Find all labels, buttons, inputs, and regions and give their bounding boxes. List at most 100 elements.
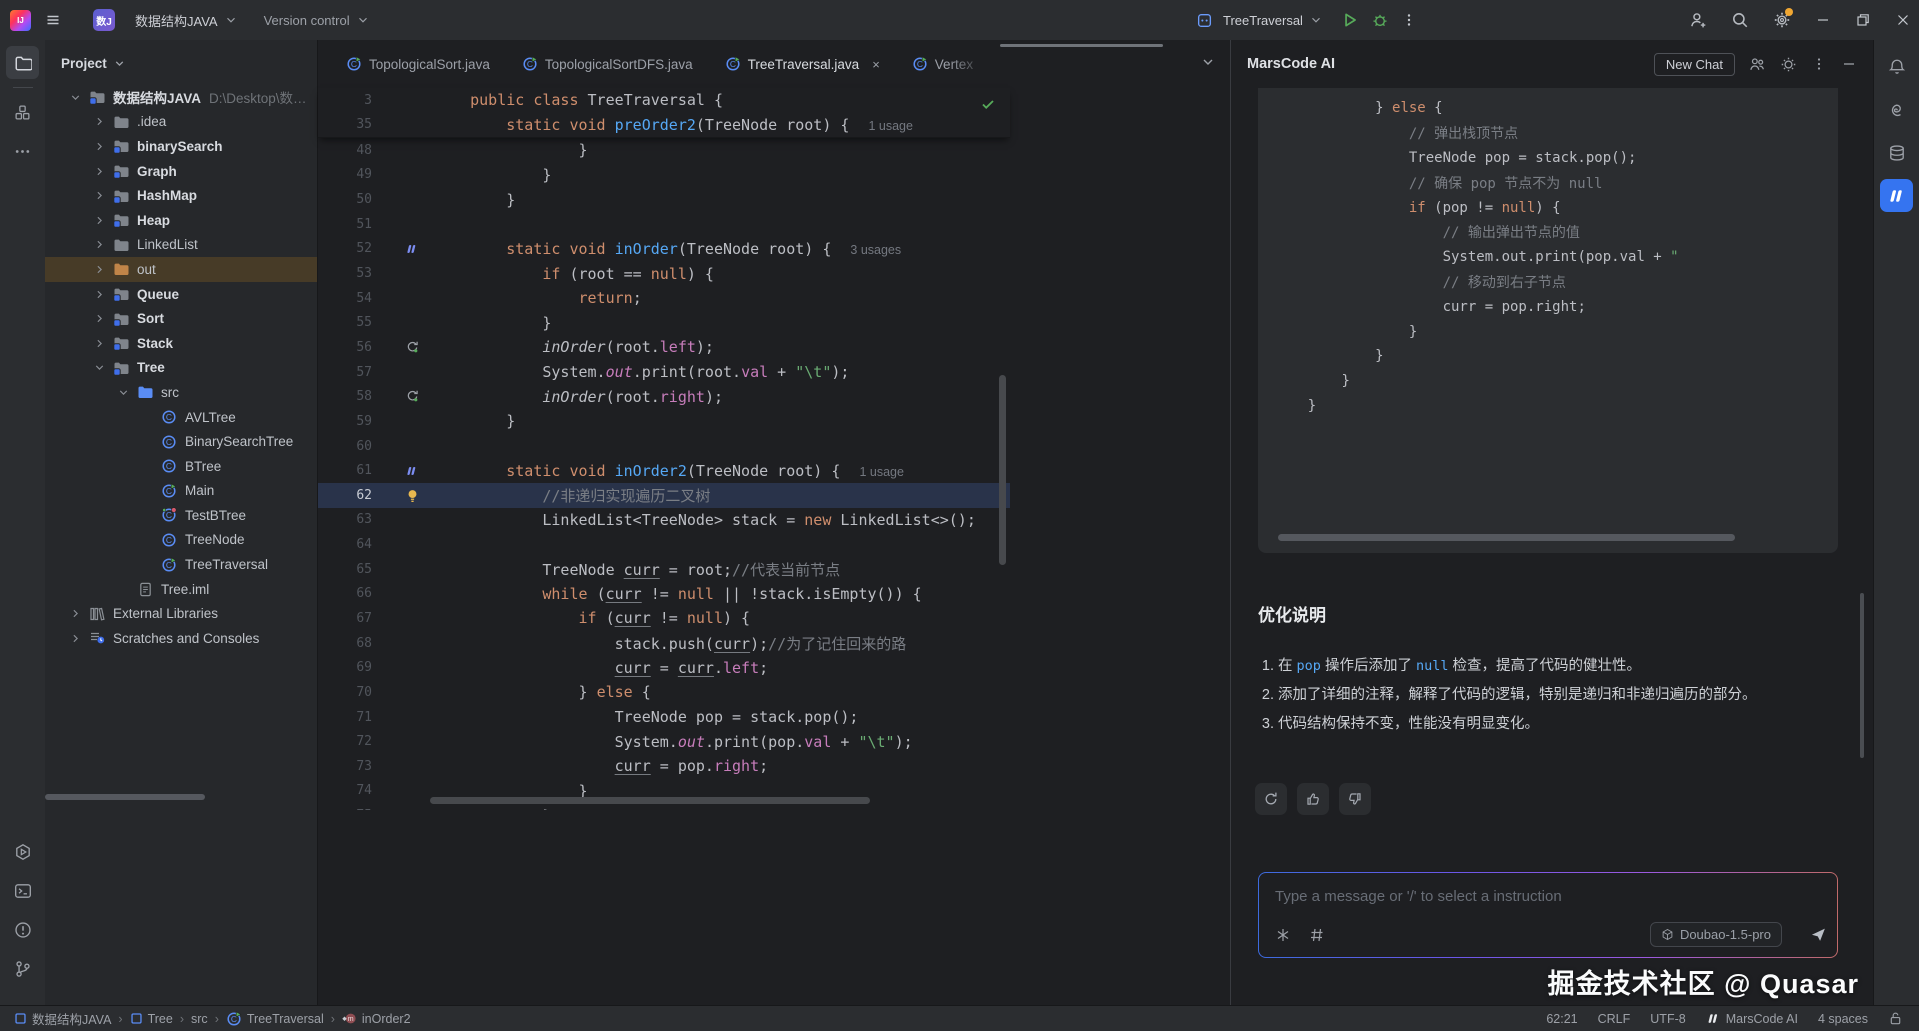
tree-item-out[interactable]: out — [45, 257, 317, 282]
tab-TopologicalSort.java[interactable]: CTopologicalSort.java — [330, 44, 506, 84]
tool-stripe-terminal[interactable] — [6, 874, 39, 907]
breadcrumb-数据结构JAVA[interactable]: 数据结构JAVA — [14, 1009, 111, 1028]
tree-item-Heap[interactable]: Heap — [45, 208, 317, 233]
chevron-right-icon[interactable] — [87, 263, 111, 276]
chevron-down-icon[interactable] — [87, 361, 111, 374]
editor-hscrollbar[interactable] — [430, 797, 870, 804]
thumb-up-button[interactable] — [1297, 783, 1329, 815]
tool-stripe-project-folder[interactable] — [6, 46, 39, 79]
tree-item-.idea[interactable]: .idea — [45, 110, 317, 135]
ai-more-icon[interactable] — [1811, 56, 1827, 72]
tool-stripe-more[interactable] — [6, 135, 39, 168]
chevron-right-icon[interactable] — [87, 238, 111, 251]
debug-button[interactable] — [1371, 11, 1389, 29]
project-hscrollbar[interactable] — [45, 794, 205, 800]
tree-item-binarySearch[interactable]: binarySearch — [45, 134, 317, 159]
breadcrumb-Tree[interactable]: Tree — [130, 1012, 173, 1026]
tree-item-LinkedList[interactable]: LinkedList — [45, 233, 317, 258]
usage-hint[interactable]: 1 usage — [859, 465, 903, 479]
tab-Vertex[interactable]: CVertex — [896, 44, 992, 84]
tab-TreeTraversal.java[interactable]: CTreeTraversal.java× — [709, 44, 896, 84]
tree-item-ScratchesandConsoles[interactable]: Scratches and Consoles — [45, 626, 317, 651]
tree-item-ExternalLibraries[interactable]: External Libraries — [45, 601, 317, 626]
more-actions-icon[interactable] — [1401, 12, 1417, 28]
vcs-widget[interactable]: Version control — [258, 9, 376, 32]
minimize-button[interactable] — [1815, 12, 1831, 28]
refresh-button[interactable] — [1255, 783, 1287, 815]
main-menu-icon[interactable] — [45, 12, 61, 28]
model-selector[interactable]: Doubao-1.5-pro — [1650, 922, 1782, 947]
chevron-right-icon[interactable] — [87, 337, 111, 350]
tree-item-src[interactable]: src — [45, 380, 317, 405]
tool-stripe-git-branch[interactable] — [6, 952, 39, 985]
recursive-gutter-icon[interactable] — [390, 389, 434, 404]
tab-TopologicalSortDFS.java[interactable]: CTopologicalSortDFS.java — [506, 44, 709, 84]
thumb-down-button[interactable] — [1339, 783, 1371, 815]
hidden-tabs-icon[interactable] — [1200, 54, 1216, 70]
usage-hint[interactable]: 3 usages — [850, 243, 901, 257]
tree-item-TestBTree[interactable]: CTestBTree — [45, 503, 317, 528]
status-crlf[interactable]: CRLF — [1598, 1012, 1631, 1026]
chevron-right-icon[interactable] — [63, 632, 87, 645]
recursive-gutter-icon[interactable] — [390, 340, 434, 355]
status-4-spaces[interactable]: 4 spaces — [1818, 1012, 1868, 1026]
tree-item-Queue[interactable]: Queue — [45, 282, 317, 307]
tool-stripe-ai-swirl[interactable] — [1880, 93, 1913, 126]
project-selector[interactable]: 数据结构JAVA — [129, 7, 244, 34]
tool-stripe-bell[interactable] — [1880, 50, 1913, 83]
restore-button[interactable] — [1855, 12, 1871, 28]
chevron-right-icon[interactable] — [87, 312, 111, 325]
chevron-right-icon[interactable] — [87, 115, 111, 128]
tree-item-数据结构JAVA[interactable]: 数据结构JAVAD:\Desktop\数据结构 — [45, 85, 317, 110]
tree-item-BinarySearchTree[interactable]: CBinarySearchTree — [45, 429, 317, 454]
status-lock[interactable] — [1888, 1011, 1903, 1026]
editor-vscrollbar[interactable] — [999, 375, 1006, 565]
chevron-right-icon[interactable] — [63, 607, 87, 620]
tree-item-Graph[interactable]: Graph — [45, 159, 317, 184]
usage-hint[interactable]: 1 usage — [868, 119, 912, 133]
tool-stripe-services[interactable] — [6, 835, 39, 868]
tab-close-icon[interactable]: × — [872, 57, 880, 72]
tree-item-Tree[interactable]: Tree — [45, 356, 317, 381]
ai-code-hscrollbar[interactable] — [1278, 534, 1735, 541]
project-panel-header[interactable]: Project — [45, 40, 317, 71]
tree-item-Sort[interactable]: Sort — [45, 306, 317, 331]
project-badge[interactable]: 数J — [93, 9, 115, 31]
tool-stripe-problems[interactable] — [6, 913, 39, 946]
status-62:21[interactable]: 62:21 — [1546, 1012, 1577, 1026]
tool-stripe-structure[interactable] — [6, 96, 39, 129]
marscode-gutter-icon[interactable] — [390, 242, 434, 256]
tree-item-Stack[interactable]: Stack — [45, 331, 317, 356]
add-user-icon[interactable] — [1689, 11, 1707, 29]
tree-item-BTree[interactable]: CBTree — [45, 454, 317, 479]
ai-vscrollbar[interactable] — [1860, 593, 1864, 758]
ai-minimize-icon[interactable] — [1841, 56, 1857, 72]
breadcrumb-TreeTraversal[interactable]: CTreeTraversal — [226, 1011, 324, 1027]
search-icon[interactable] — [1731, 11, 1749, 29]
chevron-right-icon[interactable] — [87, 189, 111, 202]
context-hash-icon[interactable] — [1309, 927, 1325, 943]
status-utf-8[interactable]: UTF-8 — [1650, 1012, 1685, 1026]
bulb-gutter-icon[interactable] — [390, 488, 434, 503]
chevron-right-icon[interactable] — [87, 140, 111, 153]
tool-stripe-marscode-app[interactable] — [1880, 179, 1913, 212]
run-config-selector[interactable]: TreeTraversal — [1217, 9, 1329, 32]
settings-gear-icon[interactable] — [1773, 11, 1791, 29]
ai-settings-icon[interactable] — [1780, 56, 1797, 73]
chevron-down-icon[interactable] — [63, 91, 87, 104]
tree-item-Main[interactable]: CMain — [45, 479, 317, 504]
marscode-gutter-icon[interactable] — [390, 464, 434, 478]
status-marscode-ai[interactable]: MarsCode AI — [1706, 1011, 1798, 1026]
tree-item-Tree.iml[interactable]: Tree.iml — [45, 577, 317, 602]
run-button[interactable] — [1341, 11, 1359, 29]
breadcrumb-src[interactable]: src — [191, 1012, 208, 1026]
tool-stripe-database[interactable] — [1880, 136, 1913, 169]
chat-input-box[interactable]: Type a message or '/' to select a instru… — [1258, 872, 1838, 958]
inspection-ok-icon[interactable] — [980, 96, 996, 112]
close-button[interactable] — [1895, 12, 1911, 28]
chevron-down-icon[interactable] — [111, 386, 135, 399]
tree-item-TreeTraversal[interactable]: CTreeTraversal — [45, 552, 317, 577]
tree-item-HashMap[interactable]: HashMap — [45, 183, 317, 208]
breadcrumb-inOrder2[interactable]: minOrder2 — [342, 1011, 411, 1026]
chevron-right-icon[interactable] — [87, 288, 111, 301]
